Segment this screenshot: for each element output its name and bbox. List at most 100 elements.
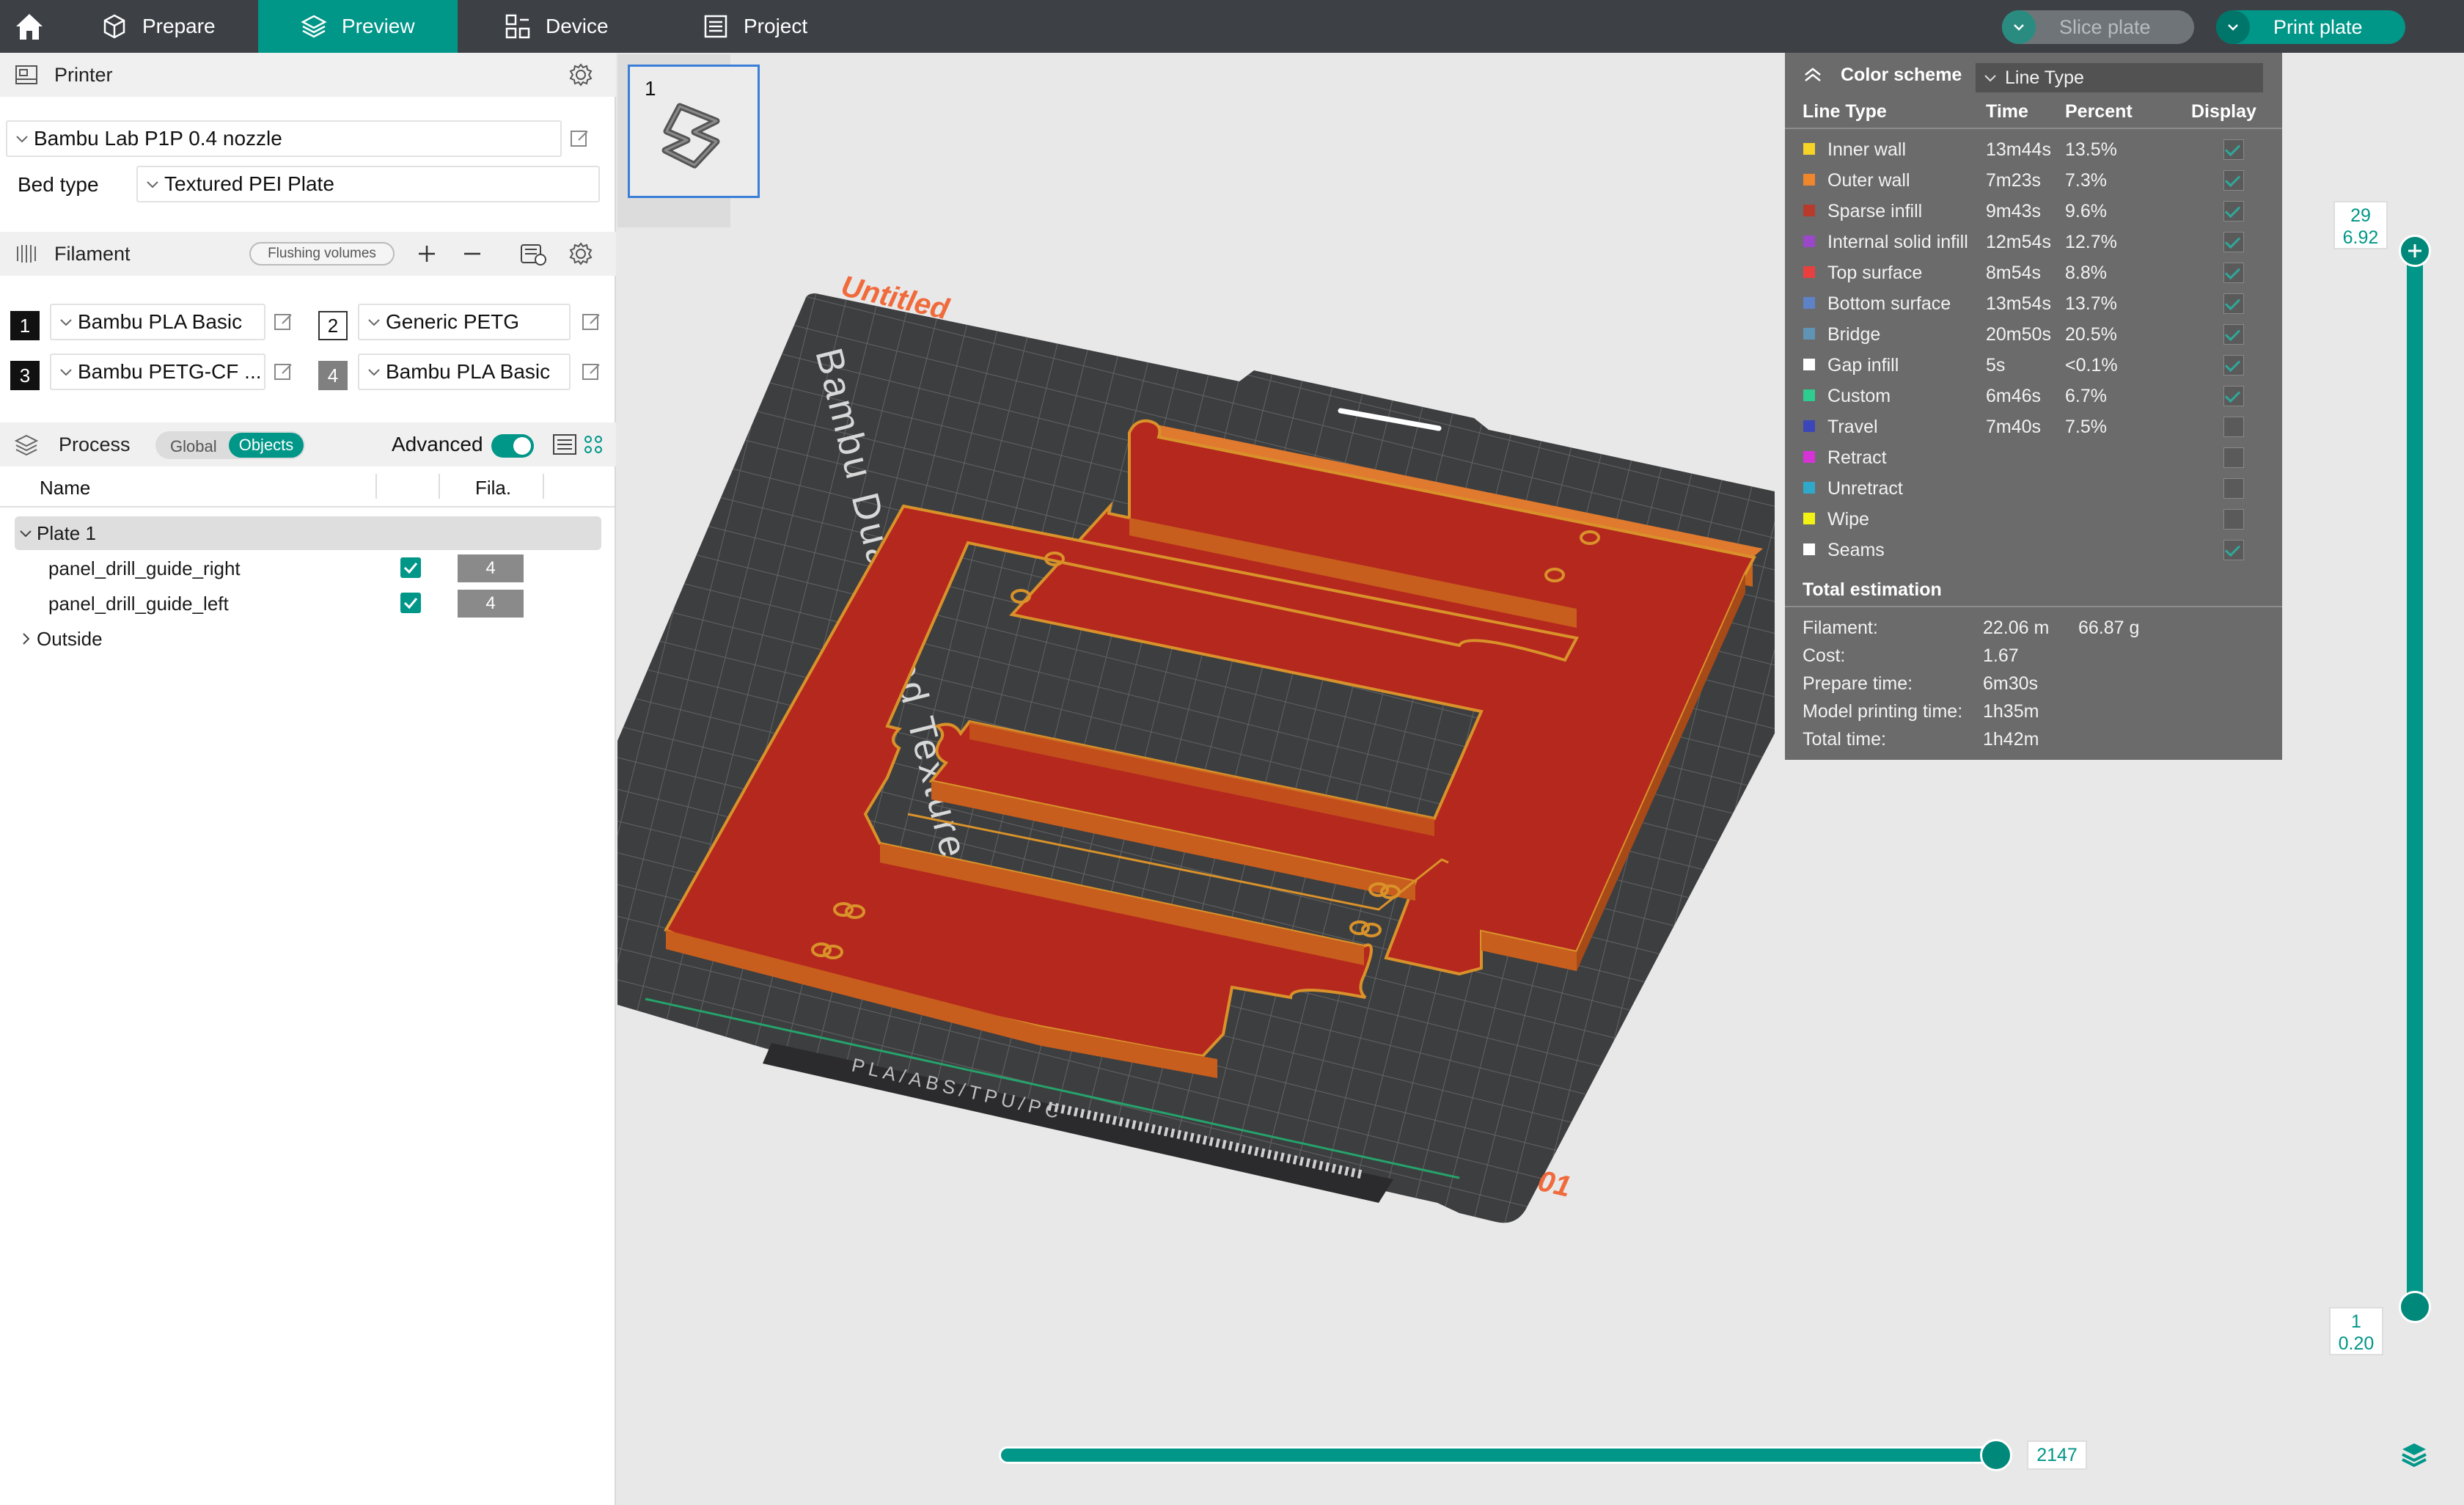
print-plate-button[interactable]: Print plate — [2216, 10, 2405, 44]
layers-toggle-icon[interactable] — [2398, 1439, 2430, 1471]
display-checkbox[interactable] — [2223, 232, 2244, 252]
list-icon[interactable] — [551, 433, 578, 456]
object-1-filament[interactable]: 4 — [458, 554, 524, 582]
advanced-toggle[interactable] — [491, 434, 534, 458]
legend-row: Gap infill 5s <0.1% — [1785, 349, 2282, 380]
plus-icon[interactable] — [415, 242, 439, 266]
filament-slot-2-name: Generic PETG — [386, 310, 520, 333]
line-type-name: Top surface — [1827, 263, 1923, 283]
display-checkbox[interactable] — [2223, 478, 2244, 499]
display-checkbox[interactable] — [2223, 417, 2244, 437]
estimation-extra: 66.87 g — [2078, 618, 2140, 638]
line-type-percent: 6.7% — [2065, 386, 2107, 406]
tab-device[interactable]: Device — [503, 0, 672, 53]
color-swatch — [1803, 513, 1815, 524]
bed-type-select[interactable]: Textured PEI Plate — [136, 166, 600, 202]
display-checkbox[interactable] — [2223, 201, 2244, 221]
filament-slot-3-badge[interactable]: 3 — [10, 361, 40, 390]
display-checkbox[interactable] — [2223, 509, 2244, 530]
chevron-down-icon[interactable] — [18, 525, 34, 541]
bottom-layer-number: 1 — [2351, 1311, 2361, 1332]
filament-slot-4-select[interactable]: Bambu PLA Basic — [358, 354, 571, 390]
filament-slot-4-badge[interactable]: 4 — [318, 361, 348, 390]
line-type-time: 7m40s — [1986, 417, 2042, 437]
edit-icon[interactable] — [273, 361, 295, 383]
tab-prepare[interactable]: Prepare — [100, 0, 257, 53]
display-checkbox[interactable] — [2223, 355, 2244, 376]
move-slider-track[interactable] — [999, 1446, 1998, 1464]
display-checkbox[interactable] — [2223, 139, 2244, 160]
object-2-visible-checkbox[interactable] — [400, 593, 421, 613]
line-type-name: Retract — [1827, 447, 1887, 468]
display-checkbox[interactable] — [2223, 540, 2244, 560]
object-settings-icon[interactable] — [582, 433, 604, 455]
print-dropdown-button[interactable] — [2216, 10, 2250, 44]
chevron-right-icon[interactable] — [18, 631, 34, 647]
plate-thumbnail[interactable]: 1 — [628, 65, 760, 198]
gear-icon[interactable] — [568, 62, 594, 88]
layer-top-label: 29 6.92 — [2333, 201, 2388, 249]
display-checkbox[interactable] — [2223, 386, 2244, 406]
global-objects-toggle[interactable]: Global Objects — [155, 431, 305, 459]
chevron-down-icon — [2014, 24, 2024, 31]
color-scheme-select[interactable]: Line Type — [1976, 63, 2263, 92]
layer-slider-bottom-handle[interactable] — [2399, 1291, 2431, 1323]
slice-plate-button[interactable]: Slice plate — [2002, 10, 2194, 44]
legend-row: Inner wall 13m44s 13.5% — [1785, 133, 2282, 164]
line-type-percent: 7.3% — [2065, 170, 2107, 191]
line-type-percent: 12.7% — [2065, 232, 2117, 252]
tab-project[interactable]: Project — [701, 0, 870, 53]
chevron-down-icon — [16, 136, 28, 143]
filament-slot-3-select[interactable]: Bambu PETG-CF ... — [50, 354, 265, 390]
display-checkbox[interactable] — [2223, 447, 2244, 468]
move-slider-handle[interactable] — [1980, 1439, 2012, 1471]
objects-option[interactable]: Objects — [229, 433, 304, 458]
project-icon — [704, 15, 727, 38]
display-checkbox[interactable] — [2223, 293, 2244, 314]
slice-plate-label: Slice plate — [2059, 15, 2151, 38]
object-name-2[interactable]: panel_drill_guide_left — [48, 593, 229, 615]
device-icon — [505, 14, 530, 39]
ams-sync-icon[interactable] — [519, 241, 547, 267]
gear-icon[interactable] — [568, 241, 594, 267]
layer-slider-track[interactable] — [2407, 251, 2423, 1307]
line-type-name: Gap infill — [1827, 355, 1899, 376]
filament-slot-2-select[interactable]: Generic PETG — [358, 304, 571, 340]
object-2-filament[interactable]: 4 — [458, 590, 524, 618]
slice-dropdown-button[interactable] — [2002, 10, 2036, 44]
printer-preset-select[interactable]: Bambu Lab P1P 0.4 nozzle — [6, 120, 562, 157]
outside-row[interactable]: Outside — [15, 622, 601, 656]
edit-icon[interactable] — [581, 361, 603, 383]
edit-icon[interactable] — [581, 311, 603, 333]
global-option[interactable]: Global — [170, 437, 217, 456]
chevron-down-icon — [60, 369, 72, 376]
object-1-visible-checkbox[interactable] — [400, 557, 421, 578]
edit-icon[interactable] — [273, 311, 295, 333]
estimation-label: Prepare time: — [1803, 673, 1913, 694]
line-type-percent: 9.6% — [2065, 201, 2107, 221]
line-type-percent: <0.1% — [2065, 355, 2118, 376]
display-checkbox[interactable] — [2223, 324, 2244, 345]
edit-icon[interactable] — [569, 128, 591, 150]
plate-thumb-image — [661, 103, 720, 169]
filament-slot-2-badge[interactable]: 2 — [318, 311, 348, 340]
color-swatch — [1803, 328, 1815, 340]
object-name-1[interactable]: panel_drill_guide_right — [48, 557, 241, 580]
chevron-down-icon — [368, 319, 380, 326]
display-checkbox[interactable] — [2223, 170, 2244, 191]
line-type-percent: 20.5% — [2065, 324, 2117, 345]
collapse-icon[interactable] — [1803, 66, 1823, 84]
minus-icon[interactable] — [461, 242, 484, 266]
layer-slider-top-handle[interactable] — [2399, 235, 2431, 267]
line-type-name: Custom — [1827, 386, 1891, 406]
filament-slot-1-select[interactable]: Bambu PLA Basic — [50, 304, 265, 340]
home-icon[interactable] — [12, 9, 47, 44]
process-section-header: Process Global Objects Advanced — [0, 422, 616, 466]
flushing-volumes-button[interactable]: Flushing volumes — [249, 242, 395, 266]
printer-section-header: Printer — [0, 53, 616, 97]
tab-preview[interactable]: Preview — [258, 0, 458, 53]
filament-slot-1-badge[interactable]: 1 — [10, 311, 40, 340]
line-type-time: 20m50s — [1986, 324, 2051, 345]
display-checkbox[interactable] — [2223, 263, 2244, 283]
plate-row[interactable]: Plate 1 — [15, 516, 601, 550]
